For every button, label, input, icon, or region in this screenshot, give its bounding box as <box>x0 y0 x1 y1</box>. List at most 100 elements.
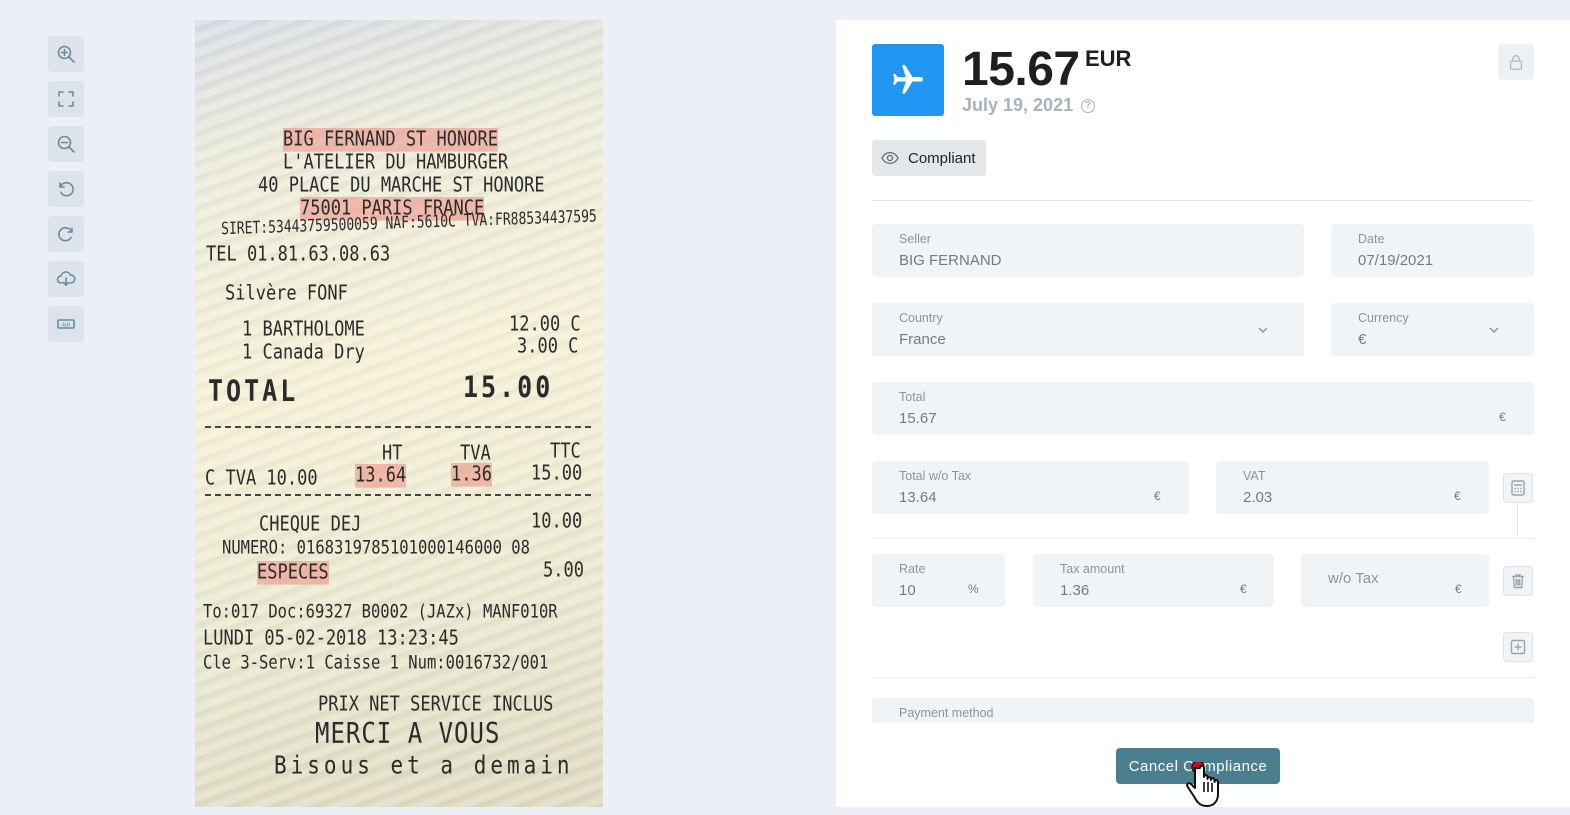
rate-value: 10 <box>899 582 916 599</box>
date-value: 07/19/2021 <box>1358 252 1434 269</box>
airplane-icon <box>893 65 923 94</box>
viewer-toolbar: A|B <box>48 36 84 351</box>
receipt-cheque-value: 10.00 <box>531 510 583 534</box>
tax-amount-symbol: € <box>1240 582 1247 596</box>
receipt-line-total-value: 15.00 <box>463 370 554 405</box>
hand-cursor-icon <box>1186 762 1219 807</box>
eye-icon <box>881 151 899 165</box>
vat-value: 2.03 <box>1243 489 1273 506</box>
ocr-button[interactable]: A|B <box>48 306 84 342</box>
calculator-icon <box>1511 480 1525 496</box>
expense-details-panel: 15.67 EUR July 19, 2021 ? Compliant Sell… <box>836 20 1570 807</box>
receipt-cheque-label: CHEQUE DEJ <box>259 513 362 537</box>
receipt-datetime: LUNDI 05-02-2018 13:23:45 <box>203 627 459 651</box>
vat-label: VAT <box>1243 469 1266 483</box>
receipt-especes-value: 5.00 <box>543 559 584 583</box>
total-value: 15.67 <box>899 410 937 427</box>
receipt-line-item1-name: 1 BARTHOLOME <box>242 318 365 342</box>
lock-button[interactable] <box>1498 44 1534 80</box>
total-wo-tax-value: 13.64 <box>899 489 937 506</box>
receipt-tva-tva: 1.36 <box>451 463 492 487</box>
zoom-in-icon <box>57 45 75 63</box>
country-value: France <box>899 331 946 348</box>
seller-field[interactable]: Seller BIG FERNAND <box>872 224 1304 277</box>
rotate-left-button[interactable] <box>48 171 84 207</box>
currency-label: Currency <box>1358 311 1409 325</box>
date-field[interactable]: Date 07/19/2021 <box>1331 224 1534 277</box>
wo-tax-field[interactable]: w/o Tax € <box>1301 554 1489 607</box>
download-button[interactable] <box>48 261 84 297</box>
total-wo-tax-field[interactable]: Total w/o Tax 13.64 € <box>872 461 1189 514</box>
expense-date-line: July 19, 2021 ? <box>962 95 1096 116</box>
total-currency-symbol: € <box>1499 410 1506 424</box>
receipt-line-store: BIG FERNAND ST HONORE <box>283 128 498 152</box>
currency-value: € <box>1358 331 1367 348</box>
receipt-line-tel: TEL 01.81.63.08.63 <box>206 243 391 267</box>
rate-percent-symbol: % <box>968 582 979 596</box>
expense-currency-code: EUR <box>1085 46 1132 71</box>
total-wo-tax-symbol: € <box>1154 489 1161 503</box>
wo-tax-placeholder: w/o Tax <box>1328 570 1379 587</box>
receipt-doc: To:017 Doc:69327 B0002 (JAZx) MANF010R <box>203 601 558 623</box>
expense-date: July 19, 2021 <box>962 95 1074 115</box>
rotate-left-icon <box>59 181 74 197</box>
total-wo-tax-label: Total w/o Tax <box>899 469 972 483</box>
plus-icon <box>1510 639 1526 655</box>
receipt-line-item2-name: 1 Canada Dry <box>242 341 365 365</box>
receipt-tva-ttc: 15.00 <box>531 462 583 486</box>
wo-tax-symbol: € <box>1455 582 1462 596</box>
cloud-download-icon <box>56 271 76 286</box>
receipt-hdr-ht: HT <box>382 442 403 466</box>
receipt-line-address: 40 PLACE DU MARCHE ST HONORE <box>258 174 545 198</box>
rotate-right-icon <box>58 226 73 242</box>
payment-method-select[interactable]: Payment method <box>872 698 1534 723</box>
calculator-button[interactable] <box>1503 473 1533 503</box>
chevron-down-icon <box>1489 327 1499 333</box>
add-rate-button[interactable] <box>1503 632 1533 662</box>
fullscreen-button[interactable] <box>48 81 84 117</box>
rate-label: Rate <box>899 562 926 576</box>
tax-amount-label: Tax amount <box>1060 562 1125 576</box>
category-button[interactable] <box>872 44 944 116</box>
country-label: Country <box>899 311 943 325</box>
total-field[interactable]: Total 15.67 € <box>872 382 1534 435</box>
zoom-out-button[interactable] <box>48 126 84 162</box>
status-label: Compliant <box>908 149 976 167</box>
receipt-prix-net: PRIX NET SERVICE INCLUS <box>318 693 554 717</box>
receipt-line-server: Silvère FONF <box>225 282 348 306</box>
vat-field[interactable]: VAT 2.03 € <box>1216 461 1489 514</box>
country-select[interactable]: Country France <box>872 303 1304 356</box>
help-icon[interactable]: ? <box>1081 98 1096 113</box>
receipt-tva-ht: 13.64 <box>355 464 407 488</box>
rotate-right-button[interactable] <box>48 216 84 252</box>
vat-symbol: € <box>1454 489 1461 503</box>
seller-label: Seller <box>899 232 931 246</box>
receipt-line-total-label: TOTAL <box>208 374 299 409</box>
svg-text:A|B: A|B <box>62 322 71 328</box>
ocr-icon: A|B <box>57 319 75 329</box>
delete-rate-button[interactable] <box>1503 566 1533 596</box>
fullscreen-icon <box>58 91 74 107</box>
tax-amount-field[interactable]: Tax amount 1.36 € <box>1033 554 1274 607</box>
trash-icon <box>1512 574 1524 589</box>
tax-amount-value: 1.36 <box>1060 582 1090 599</box>
zoom-in-button[interactable] <box>48 36 84 72</box>
date-label: Date <box>1358 232 1385 246</box>
receipt-tva-label: C TVA 10.00 <box>205 467 318 491</box>
status-badge[interactable]: Compliant <box>872 140 986 176</box>
receipt-bisous: Bisous et a demain <box>274 751 574 780</box>
receipt-numero: NUMERO: 0168319785101000146000 08 <box>222 537 530 559</box>
receipt-line-item1-price: 12.00 C <box>509 313 581 337</box>
zoom-out-icon <box>57 135 75 153</box>
receipt-merci: MERCI A VOUS <box>315 717 501 751</box>
rate-field[interactable]: Rate 10 % <box>872 554 1005 607</box>
lock-icon <box>1509 55 1523 70</box>
currency-select[interactable]: Currency € <box>1331 303 1534 356</box>
payment-method-label: Payment method <box>899 706 994 720</box>
receipt-especes-label: ESPECES <box>257 561 329 585</box>
receipt-hdr-ttc: TTC <box>550 440 581 464</box>
receipt-image: BIG FERNAND ST HONORE L'ATELIER DU HAMBU… <box>195 20 603 807</box>
seller-value: BIG FERNAND <box>899 252 1002 269</box>
total-label: Total <box>899 390 926 404</box>
expense-amount: 15.67 <box>962 43 1080 96</box>
